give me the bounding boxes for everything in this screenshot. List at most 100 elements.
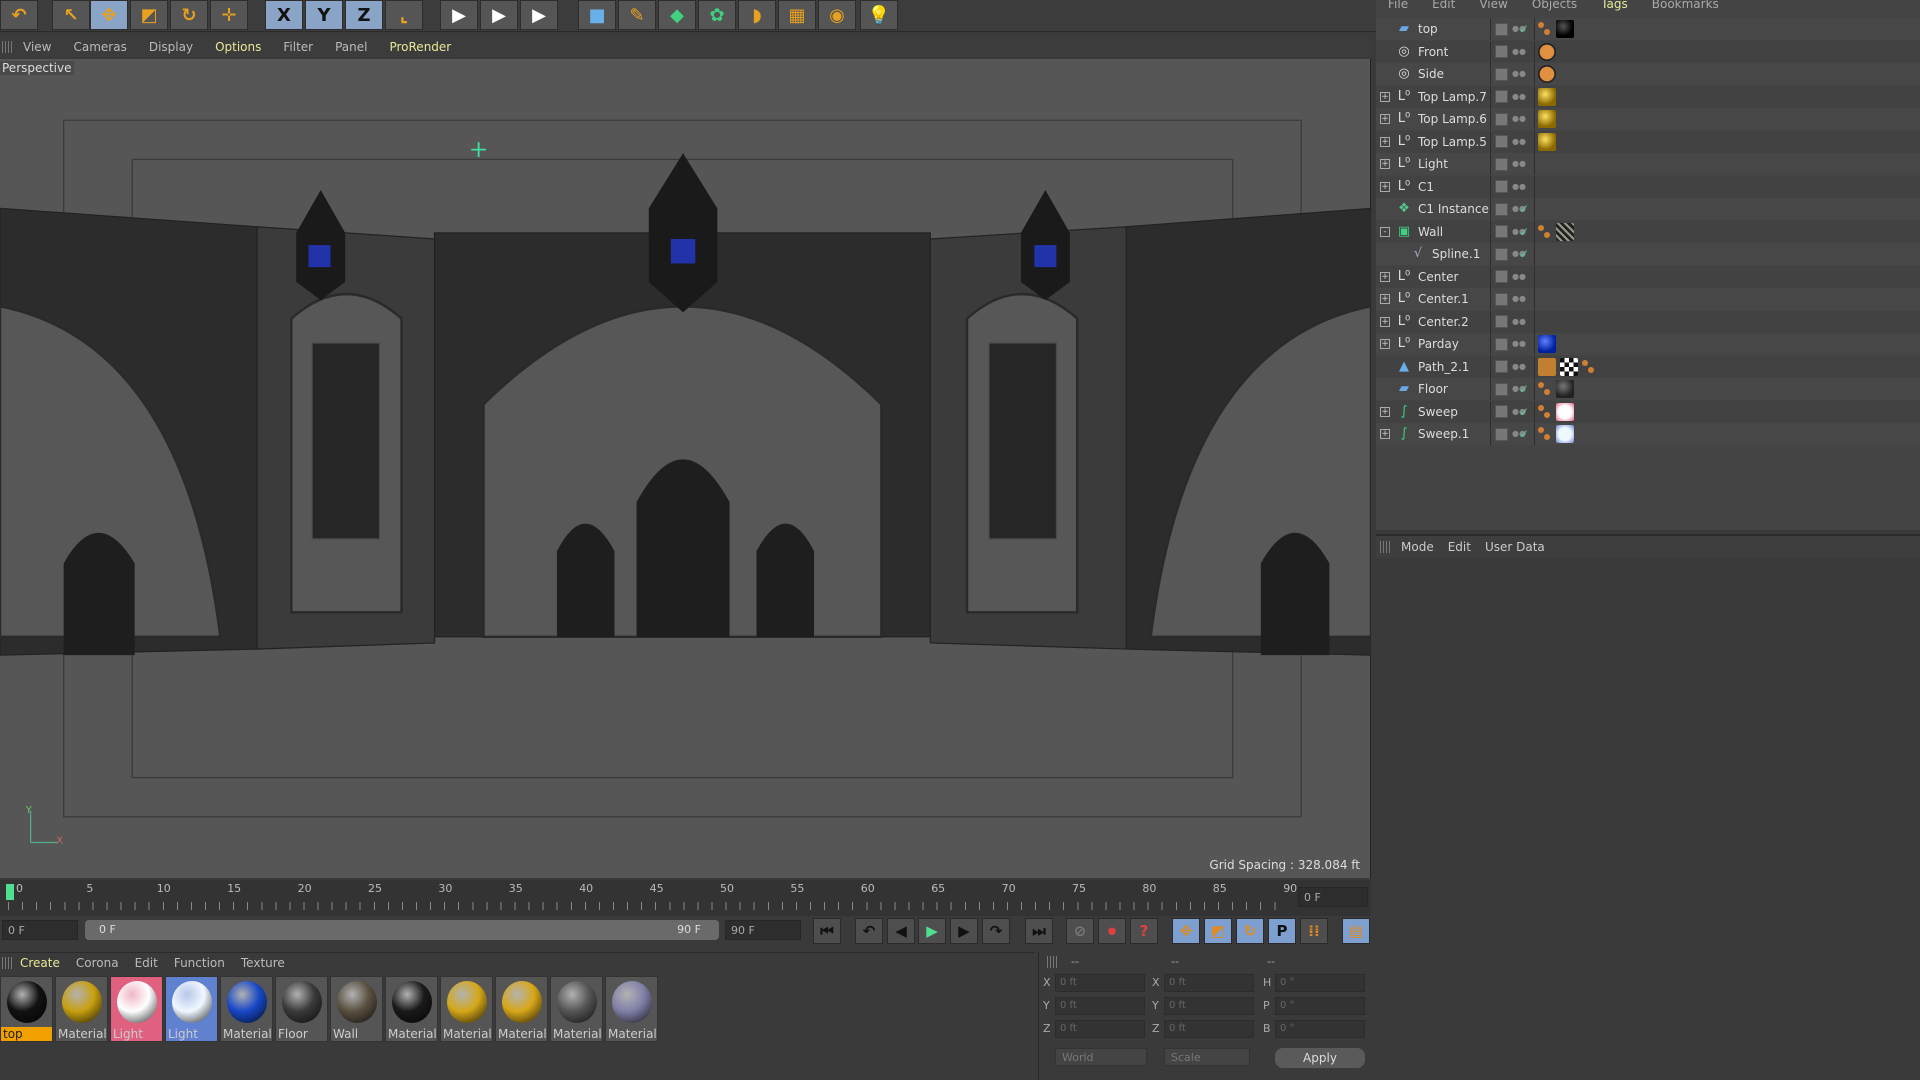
blue-tag-icon[interactable] (1538, 335, 1556, 353)
key-rotation-button[interactable]: ↻ (1236, 918, 1264, 944)
expand-icon[interactable]: + (1380, 339, 1390, 349)
viewport-menu-filter[interactable]: Filter (272, 40, 324, 54)
scale-button[interactable]: ◩ (130, 0, 168, 30)
object-name[interactable]: C1 Instance (1418, 202, 1489, 216)
phong-tag-icon[interactable] (1538, 357, 1556, 376)
gold-tag-icon[interactable] (1538, 110, 1556, 128)
object-row[interactable]: + L⁰ Light ●● (1376, 153, 1920, 175)
material-menu-function[interactable]: Function (166, 956, 233, 970)
cloner-button[interactable]: ✿ (698, 0, 736, 30)
coord-field[interactable]: 0 ° (1275, 1020, 1365, 1038)
next-key-button[interactable]: ↷ (982, 918, 1010, 944)
object-name[interactable]: top (1418, 22, 1438, 36)
layer-icon[interactable] (1495, 337, 1508, 351)
black-tag-icon[interactable] (1556, 20, 1574, 38)
object-row[interactable]: ▰ top ●● ✓ (1376, 18, 1920, 40)
object-name[interactable]: Side (1418, 67, 1444, 81)
gold-tag-icon[interactable] (1538, 132, 1556, 151)
visibility-dots[interactable]: ●● (1512, 182, 1526, 190)
visibility-dots[interactable]: ●● (1512, 272, 1526, 280)
expand-icon[interactable]: + (1380, 159, 1390, 169)
viewport-3d[interactable]: Y X (0, 59, 1373, 878)
visibility-dots[interactable]: ●● (1512, 92, 1526, 100)
render-view-button[interactable]: ▶ (440, 0, 478, 30)
visibility-dots[interactable]: ●● (1512, 295, 1526, 303)
visibility-dots[interactable]: ●● (1512, 385, 1526, 393)
visibility-dots[interactable]: ●● (1512, 115, 1526, 123)
coord-field[interactable]: 0 ft (1055, 997, 1145, 1015)
timeline-ruler[interactable]: 0 F 0 5 10 15 20 25 30 35 40 45 50 55 60 65 70 75 80 85 90 (0, 880, 1371, 916)
coord-field[interactable]: 0 ° (1275, 974, 1365, 992)
end-frame-field[interactable]: 90 F (725, 920, 801, 940)
visibility-dots[interactable]: ●● (1512, 317, 1526, 325)
apply-button[interactable]: Apply (1275, 1048, 1365, 1068)
object-name[interactable]: Center (1418, 270, 1458, 284)
key-param-button[interactable]: P (1268, 918, 1296, 944)
viewport-menu-panel[interactable]: Panel (324, 40, 378, 54)
expand-icon[interactable]: + (1380, 429, 1390, 439)
visibility-dots[interactable]: ●● (1512, 407, 1526, 415)
object-name[interactable]: Top Lamp.5 (1418, 135, 1487, 149)
enabled-check-icon[interactable]: ✓ (1519, 202, 1529, 216)
enabled-check-icon[interactable]: ✓ (1519, 22, 1529, 36)
object-row[interactable]: ▲ Path_2.1 ●● (1376, 355, 1920, 378)
om-menu-file[interactable]: File (1376, 0, 1420, 10)
layer-icon[interactable] (1495, 270, 1508, 283)
layer-icon[interactable] (1495, 90, 1508, 103)
timeline-window-button[interactable]: ▤ (1342, 918, 1370, 944)
material-menu-corona[interactable]: Corona (68, 956, 127, 970)
layer-icon[interactable] (1495, 45, 1508, 58)
enabled-check-icon[interactable]: ✓ (1519, 427, 1529, 441)
material-tag-icon[interactable] (1538, 224, 1552, 239)
layer-icon[interactable] (1495, 247, 1508, 261)
coord-mode-dropdown[interactable]: World (1055, 1048, 1147, 1066)
start-frame-field[interactable]: 0 F (2, 920, 78, 940)
object-name[interactable]: Floor (1418, 382, 1448, 396)
protect-tag-icon[interactable] (1538, 65, 1556, 83)
play-button[interactable]: ▶ (918, 918, 946, 944)
visibility-dots[interactable]: ●● (1512, 340, 1526, 348)
coord-field[interactable]: 0 ft (1055, 974, 1145, 992)
undo-button[interactable]: ↶ (0, 0, 38, 30)
object-name[interactable]: Top Lamp.6 (1418, 112, 1487, 126)
prev-frame-button[interactable]: ◀ (887, 918, 915, 944)
autokey-button[interactable]: ⏺ (1098, 918, 1126, 944)
object-name[interactable]: Center.1 (1418, 292, 1469, 306)
coord-field[interactable]: 0 ft (1164, 997, 1254, 1015)
checker-tag-icon[interactable] (1560, 357, 1578, 376)
material-tag-icon[interactable] (1538, 22, 1552, 36)
material-swatch[interactable]: Material (55, 976, 108, 1042)
material-swatch[interactable]: Floor (275, 976, 328, 1042)
layer-icon[interactable] (1495, 112, 1508, 126)
object-row[interactable]: ❖ C1 Instance ●● ✓ (1376, 198, 1920, 220)
object-row[interactable]: + ∫ Sweep.1 ●● ✓ (1376, 423, 1920, 445)
visibility-dots[interactable]: ●● (1512, 25, 1526, 33)
light-button[interactable]: 💡 (860, 0, 898, 30)
coord-field[interactable]: 0 ft (1164, 974, 1254, 992)
object-row[interactable]: ◎ Side ●● (1376, 63, 1920, 85)
coord-field[interactable]: 0 ° (1275, 997, 1365, 1015)
wall-tag-icon[interactable] (1556, 222, 1574, 241)
object-name[interactable]: C1 (1418, 180, 1434, 194)
layer-icon[interactable] (1495, 382, 1508, 396)
deformer-button[interactable]: ◗ (738, 0, 776, 30)
x-axis-button[interactable]: X (265, 0, 303, 30)
material-menu-create[interactable]: Create (12, 956, 68, 970)
object-row[interactable]: √ Spline.1 ●● ✓ (1376, 243, 1920, 265)
select-button[interactable]: ↖ (52, 0, 90, 30)
coord-system-button[interactable]: ⌞ (385, 0, 423, 30)
viewport-menu-prorender[interactable]: ProRender (378, 40, 462, 54)
layer-icon[interactable] (1495, 315, 1508, 328)
render-settings-button[interactable]: ▶ (520, 0, 558, 30)
next-frame-button[interactable]: ▶ (950, 918, 978, 944)
expand-icon[interactable]: + (1380, 271, 1390, 282)
material-swatch[interactable]: Light (110, 976, 163, 1042)
material-menu-edit[interactable]: Edit (127, 956, 166, 970)
layer-icon[interactable] (1495, 225, 1508, 238)
material-tag-icon[interactable] (1538, 404, 1552, 419)
layer-icon[interactable] (1495, 67, 1508, 81)
material-swatch[interactable]: Material (605, 976, 658, 1042)
playhead[interactable] (6, 884, 14, 900)
material-swatch[interactable]: Material (385, 976, 438, 1042)
cube-button[interactable]: ■ (578, 0, 616, 30)
